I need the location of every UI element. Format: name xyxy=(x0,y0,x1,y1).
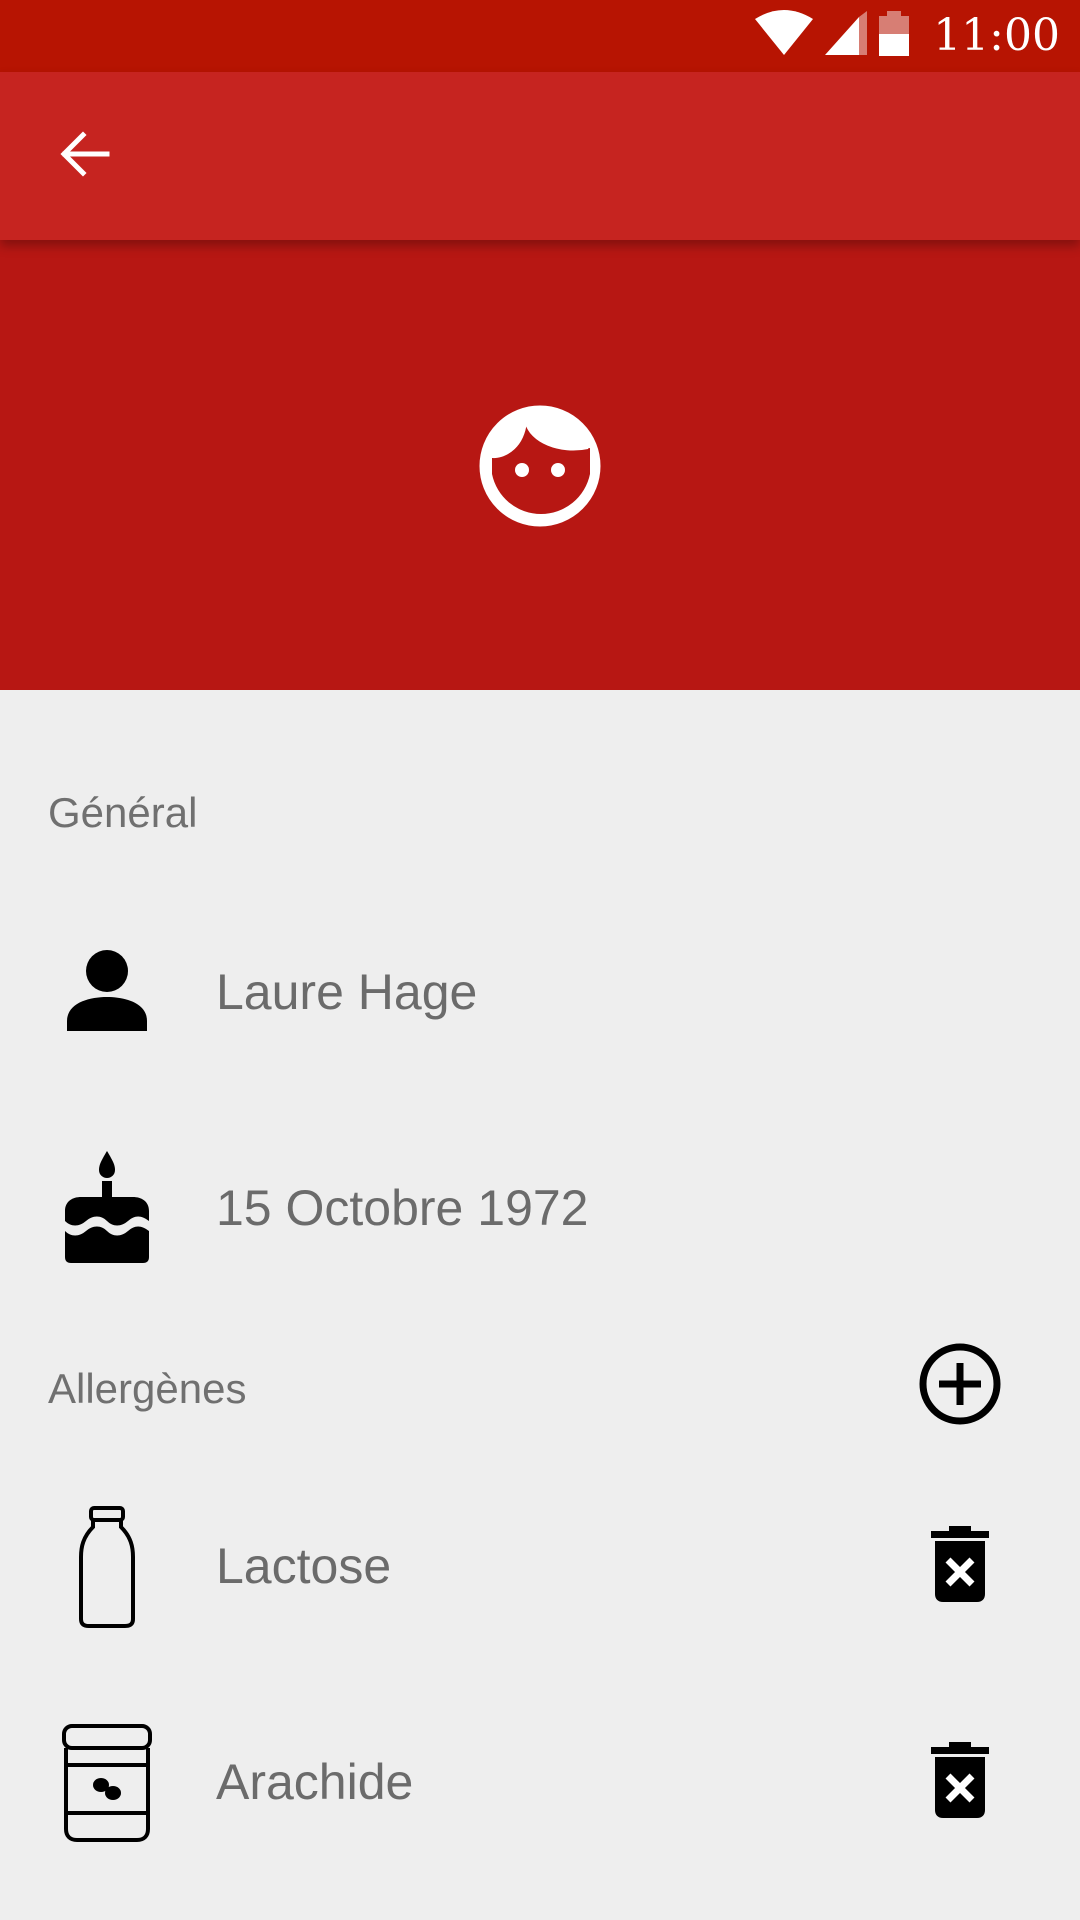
person-icon xyxy=(52,926,162,1056)
allergen-label: Arachide xyxy=(216,1754,414,1810)
app-bar xyxy=(0,72,1080,240)
arrow-back-icon xyxy=(59,128,111,185)
birthdate-value: 15 Octobre 1972 xyxy=(216,1180,589,1236)
add-allergen-button[interactable] xyxy=(900,1326,1020,1446)
back-button[interactable] xyxy=(40,106,130,206)
delete-allergen-button[interactable] xyxy=(900,1722,1020,1842)
name-value: Laure Hage xyxy=(216,964,478,1020)
face-icon xyxy=(478,404,602,528)
name-row: Laure Hage xyxy=(0,912,1080,1072)
add-circle-icon xyxy=(918,1342,1002,1431)
delete-forever-icon xyxy=(931,1741,989,1823)
milk-bottle-icon xyxy=(52,1502,162,1632)
delete-forever-icon xyxy=(931,1525,989,1607)
peanut-jar-icon xyxy=(52,1718,162,1848)
status-icons: 11:00 xyxy=(753,0,1060,72)
allergens-section-header: Allergènes xyxy=(48,1365,247,1412)
battery-icon xyxy=(877,10,911,62)
general-section-header: Général xyxy=(48,789,198,836)
list-item: Arachide xyxy=(0,1702,1080,1862)
list-item: Lactose xyxy=(0,1486,1080,1646)
birthdate-row: 15 Octobre 1972 xyxy=(0,1128,1080,1288)
profile-header xyxy=(0,240,1080,690)
cell-signal-icon xyxy=(823,10,869,62)
cake-icon xyxy=(52,1142,162,1272)
wifi-icon xyxy=(753,9,815,64)
delete-allergen-button[interactable] xyxy=(900,1506,1020,1626)
allergen-label: Lactose xyxy=(216,1538,392,1594)
status-time: 11:00 xyxy=(933,10,1060,61)
status-bar: 11:00 xyxy=(0,0,1080,72)
